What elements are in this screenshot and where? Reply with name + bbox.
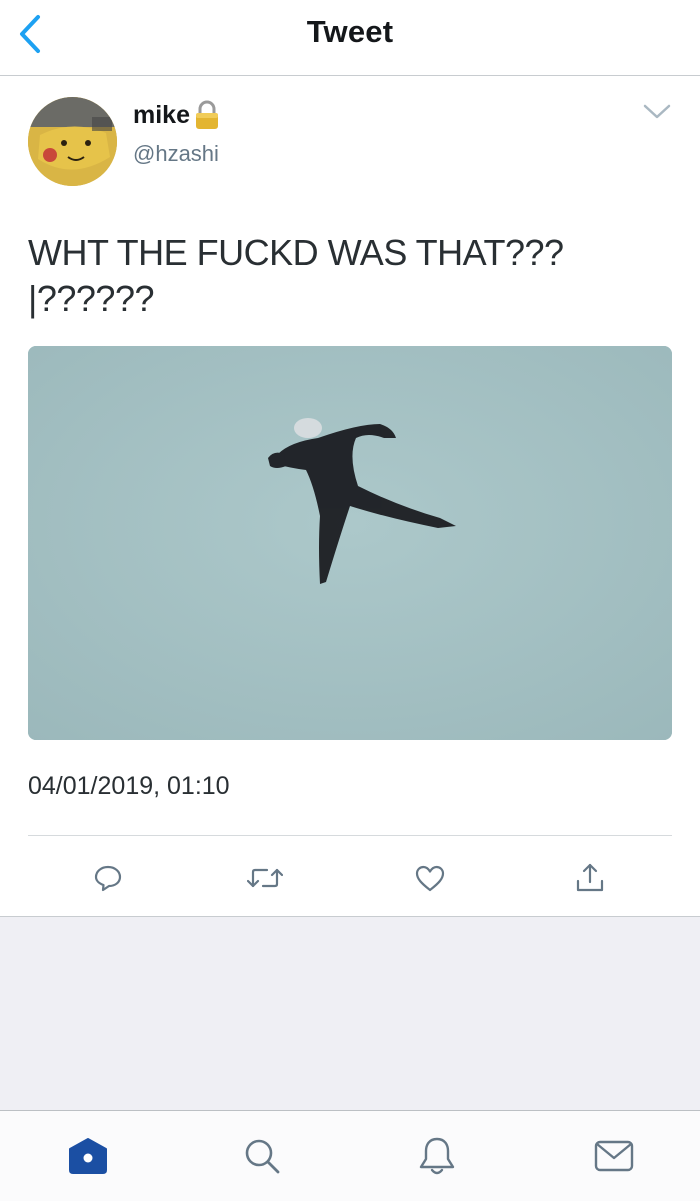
tweet-text: WHT THE FUCKD WAS THAT??? |?????? — [28, 232, 564, 319]
tweet-timestamp: 04/01/2019, 01:10 — [28, 772, 230, 800]
like-button[interactable] — [406, 854, 454, 902]
bottom-tab-bar — [0, 1110, 700, 1201]
avatar-image — [28, 97, 117, 186]
search-icon — [245, 1139, 280, 1174]
reply-icon — [94, 865, 122, 892]
messages-icon — [594, 1140, 634, 1172]
home-icon — [69, 1138, 107, 1174]
tab-home[interactable] — [63, 1131, 113, 1181]
display-name[interactable]: mike — [133, 101, 190, 130]
tweet-action-bar — [0, 840, 700, 916]
navigation-header: Tweet — [0, 0, 700, 76]
chevron-down-icon — [643, 104, 671, 119]
divider — [28, 835, 672, 836]
share-icon — [576, 863, 604, 892]
tweet-media[interactable] — [28, 346, 672, 740]
tweet-options-button[interactable] — [637, 96, 677, 128]
avatar[interactable] — [28, 97, 117, 186]
retweet-icon — [247, 868, 283, 888]
page-title: Tweet — [306, 14, 394, 49]
author-name-row: mike — [133, 100, 220, 130]
empty-replies-area — [0, 916, 700, 1111]
share-button[interactable] — [566, 854, 614, 902]
tab-search[interactable] — [237, 1131, 287, 1181]
user-handle[interactable]: @hzashi — [133, 141, 219, 167]
tab-notifications[interactable] — [412, 1131, 462, 1181]
like-icon — [415, 865, 445, 892]
reply-button[interactable] — [84, 854, 132, 902]
tab-messages[interactable] — [589, 1131, 639, 1181]
retweet-button[interactable] — [241, 854, 289, 902]
notifications-icon — [419, 1137, 455, 1175]
photo-image — [28, 346, 672, 740]
lock-icon — [194, 100, 220, 130]
